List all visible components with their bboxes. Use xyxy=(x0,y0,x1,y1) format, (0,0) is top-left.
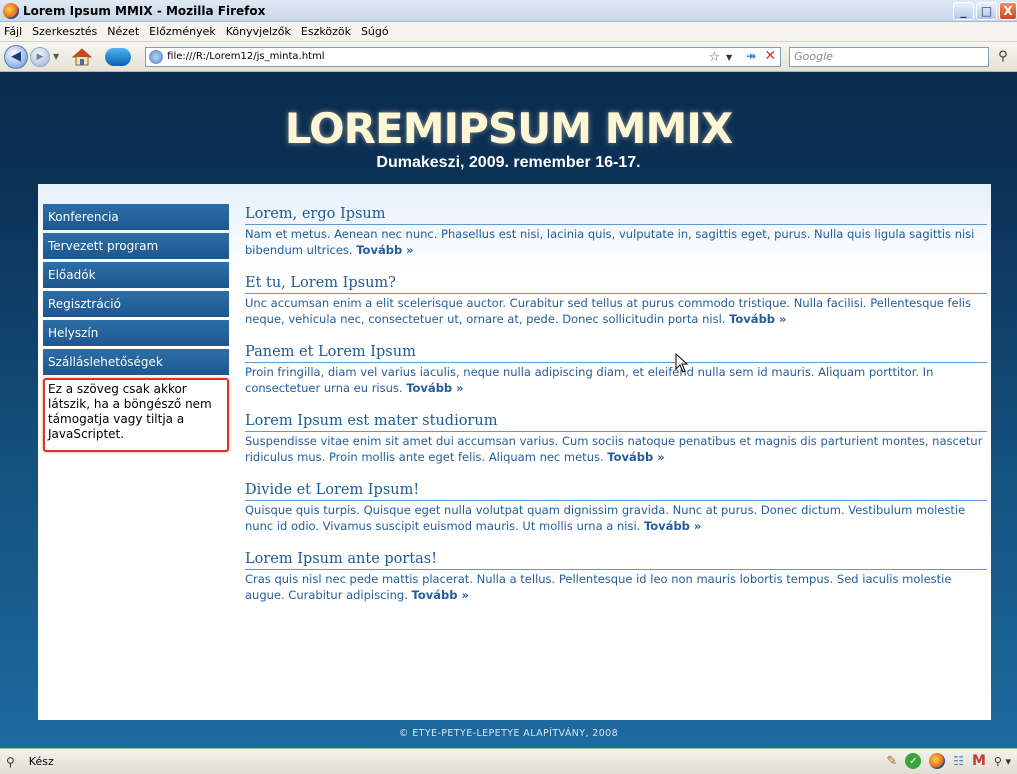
article-body: Nam et metus. Aenean nec nunc. Phasellus… xyxy=(245,225,987,258)
menu-help[interactable]: Súgó xyxy=(361,25,389,38)
article-body: Cras quis nisl nec pede mattis placerat.… xyxy=(245,570,987,603)
article-title[interactable]: Panem et Lorem Ipsum xyxy=(245,344,987,363)
url-bar[interactable]: file:///R:/Lorem12/js_minta.html ☆ ▼ ↠ ✕ xyxy=(145,46,782,67)
read-more-link[interactable]: Tovább » xyxy=(607,450,664,464)
window-titlebar: Lorem Ipsum MMIX - Mozilla Firefox _ □ X xyxy=(0,0,1017,22)
menu-edit[interactable]: Szerkesztés xyxy=(32,25,97,38)
tools-icon[interactable]: ✎ xyxy=(886,754,897,769)
article: Divide et Lorem Ipsum! Quisque quis turp… xyxy=(245,482,987,534)
article-text: Quisque quis turpis. Quisque eget nulla … xyxy=(245,503,966,533)
url-text[interactable]: file:///R:/Lorem12/js_minta.html xyxy=(167,51,324,62)
article: Et tu, Lorem Ipsum? Unc accumsan enim a … xyxy=(245,275,987,327)
firefox-icon[interactable] xyxy=(929,753,946,769)
article: Panem et Lorem Ipsum Proin fringilla, di… xyxy=(245,344,987,396)
mouse-cursor-icon xyxy=(675,353,689,373)
gmail-icon[interactable]: M xyxy=(972,753,986,769)
article: Lorem, ergo Ipsum Nam et metus. Aenean n… xyxy=(245,206,987,258)
maximize-button[interactable]: □ xyxy=(976,2,997,20)
menu-view[interactable]: Nézet xyxy=(107,25,139,38)
check-icon[interactable]: ✓ xyxy=(905,753,922,769)
page-title: LOREMIPSUM MMIX xyxy=(284,104,734,153)
search-icon: ⚲ xyxy=(6,754,15,769)
read-more-link[interactable]: Tovább » xyxy=(412,588,469,602)
status-bar: ⚲ Kész ✎ ✓ ☷ M ⚲ ▾ xyxy=(0,748,1017,774)
page-subtitle: Dumakeszi, 2009. remember 16-17. xyxy=(376,154,641,171)
status-text: Kész xyxy=(28,755,54,768)
grid-icon[interactable]: ☷ xyxy=(953,754,964,768)
bookmark-pill-icon[interactable] xyxy=(105,47,132,66)
article: Lorem Ipsum est mater studiorum Suspendi… xyxy=(245,413,987,465)
home-icon xyxy=(72,47,93,65)
article-title[interactable]: Divide et Lorem Ipsum! xyxy=(245,482,987,501)
article-body: Proin fringilla, diam vel varius iaculis… xyxy=(245,363,987,396)
navigation-toolbar: ◀ ▶ ▼ file:///R:/Lorem12/js_minta.html ☆… xyxy=(0,42,1017,72)
home-button[interactable] xyxy=(71,47,93,67)
article-body: Quisque quis turpis. Quisque eget nulla … xyxy=(245,501,987,534)
sidebar-item-accommodation[interactable]: Szálláslehetőségek xyxy=(43,349,229,375)
window-title: Lorem Ipsum MMIX - Mozilla Firefox xyxy=(23,3,266,18)
sidebar-nav: Konferencia Tervezett program Előadók Re… xyxy=(43,204,229,452)
page-viewport: LOREMIPSUM MMIX Dumakeszi, 2009. remembe… xyxy=(0,72,1017,748)
history-dropdown-icon[interactable]: ▼ xyxy=(53,52,59,61)
sidebar-item-conference[interactable]: Konferencia xyxy=(43,204,229,230)
zoom-icon[interactable]: ⚲ ▾ xyxy=(994,755,1011,768)
read-more-link[interactable]: Tovább » xyxy=(356,243,413,257)
sidebar-item-registration[interactable]: Regisztráció xyxy=(43,291,229,317)
content-panel: Konferencia Tervezett program Előadók Re… xyxy=(38,184,991,720)
noscript-notice: Ez a szöveg csak akkor látszik, ha a bön… xyxy=(43,378,229,452)
read-more-link[interactable]: Tovább » xyxy=(729,312,786,326)
menu-file[interactable]: Fájl xyxy=(4,25,22,38)
search-input[interactable]: Google xyxy=(794,50,833,63)
article-text: Cras quis nisl nec pede mattis placerat.… xyxy=(245,572,952,602)
article-title[interactable]: Lorem Ipsum ante portas! xyxy=(245,551,987,570)
firefox-icon xyxy=(3,2,19,19)
page-favicon-icon xyxy=(149,49,164,64)
status-tray: ✎ ✓ ☷ M ⚲ ▾ xyxy=(886,753,1011,769)
read-more-link[interactable]: Tovább » xyxy=(644,519,701,533)
article-text: Nam et metus. Aenean nec nunc. Phasellus… xyxy=(245,227,975,257)
read-more-link[interactable]: Tovább » xyxy=(406,381,463,395)
close-button[interactable]: X xyxy=(999,2,1017,20)
article-title[interactable]: Et tu, Lorem Ipsum? xyxy=(245,275,987,294)
menu-tools[interactable]: Eszközök xyxy=(301,25,351,38)
article-text: Unc accumsan enim a elit scelerisque auc… xyxy=(245,296,971,326)
arrow-left-icon: ◀ xyxy=(11,49,21,64)
article-body: Unc accumsan enim a elit scelerisque auc… xyxy=(245,294,987,327)
search-bar[interactable]: Google ⚲ xyxy=(789,46,1008,67)
forward-button[interactable]: ▶ xyxy=(30,46,50,67)
window-controls: _ □ X xyxy=(953,2,1017,20)
back-button[interactable]: ◀ xyxy=(4,44,28,69)
url-dropdown-icon[interactable]: ▼ xyxy=(726,53,732,62)
article: Lorem Ipsum ante portas! Cras quis nisl … xyxy=(245,551,987,603)
article-body: Suspendisse vitae enim sit amet dui accu… xyxy=(245,432,987,465)
menu-bar: Fájl Szerkesztés Nézet Előzmények Könyvj… xyxy=(0,22,1017,42)
article-text: Proin fringilla, diam vel varius iaculis… xyxy=(245,365,934,395)
menu-history[interactable]: Előzmények xyxy=(149,25,216,38)
sidebar-item-venue[interactable]: Helyszín xyxy=(43,320,229,346)
article-list: Lorem, ergo Ipsum Nam et metus. Aenean n… xyxy=(245,206,987,620)
star-icon[interactable]: ☆ xyxy=(709,50,721,65)
go-icon[interactable]: ↠ xyxy=(746,49,756,63)
minimize-button[interactable]: _ xyxy=(953,2,974,20)
menu-bookmarks[interactable]: Könyvjelzők xyxy=(226,25,291,38)
sidebar-item-program[interactable]: Tervezett program xyxy=(43,233,229,259)
sidebar-item-speakers[interactable]: Előadók xyxy=(43,262,229,288)
article-title[interactable]: Lorem Ipsum est mater studiorum xyxy=(245,413,987,432)
arrow-right-icon: ▶ xyxy=(36,51,44,62)
article-title[interactable]: Lorem, ergo Ipsum xyxy=(245,206,987,225)
search-icon[interactable]: ⚲ xyxy=(998,49,1008,64)
stop-icon[interactable]: ✕ xyxy=(764,48,776,64)
page-footer: © ETYE-PETYE-LEPETYE ALAPÍTVÁNY, 2008 xyxy=(398,728,619,739)
